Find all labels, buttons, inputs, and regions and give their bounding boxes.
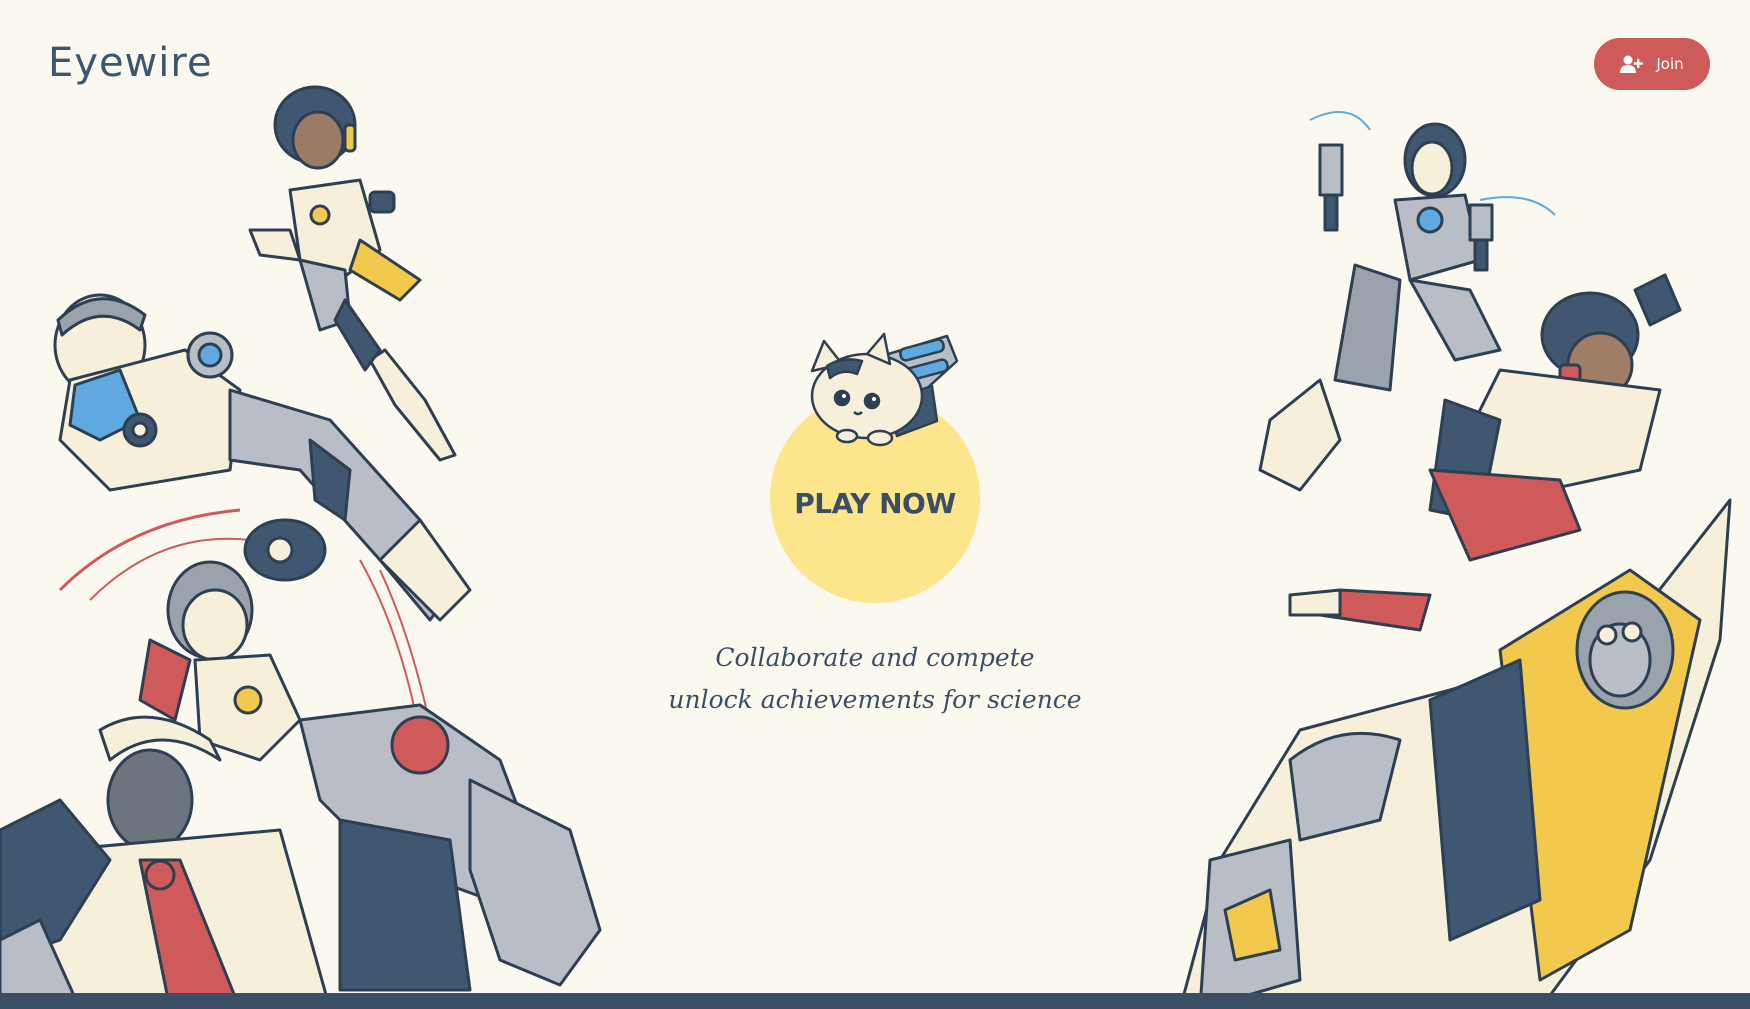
mech-armour xyxy=(298,703,602,992)
footer-bar xyxy=(0,993,1750,1009)
hero-woman-headphones xyxy=(248,85,457,462)
hero-man-blue-armour xyxy=(53,293,472,622)
play-now-button[interactable]: PLAY NOW xyxy=(770,393,980,603)
left-heroes-illustration xyxy=(0,85,602,1009)
tagline-line-2: unlock achievements for science xyxy=(668,685,1082,714)
join-button[interactable]: Join xyxy=(1594,38,1710,90)
play-now-label: PLAY NOW xyxy=(794,486,956,520)
hero-man-phone xyxy=(1288,273,1682,632)
add-user-icon xyxy=(1620,54,1644,74)
eyewire-logo[interactable]: Eyewire xyxy=(48,40,213,86)
right-heroes-illustration xyxy=(1178,111,1732,1009)
join-button-label: Join xyxy=(1656,55,1684,73)
hero-girl-short-hair xyxy=(138,560,302,762)
hero-woman-tools xyxy=(1258,122,1502,492)
hero-elder-rocket xyxy=(1178,498,1732,1009)
tagline-line-1: Collaborate and compete xyxy=(715,643,1035,672)
hero-man-red-tie xyxy=(0,715,332,1009)
hero-tagline: Collaborate and compete unlock achieveme… xyxy=(575,637,1175,721)
